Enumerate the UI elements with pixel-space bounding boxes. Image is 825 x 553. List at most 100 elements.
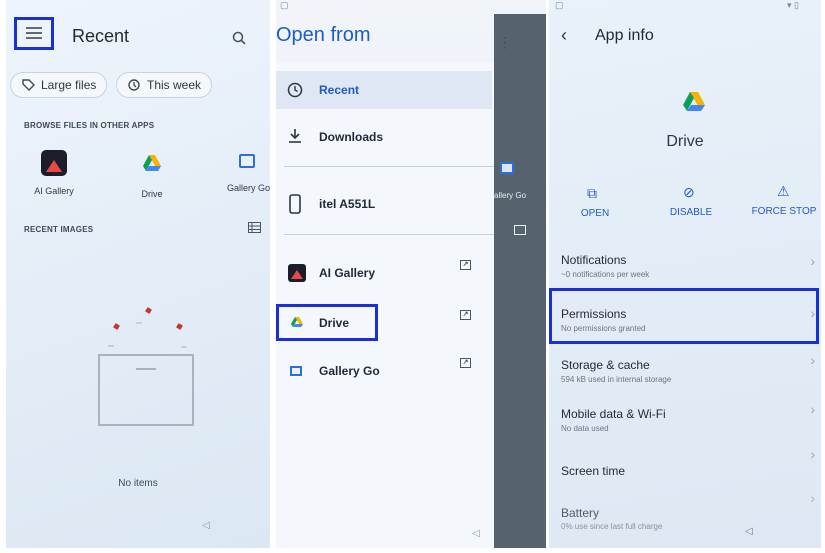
- row-title: Notifications: [561, 253, 627, 267]
- list-view-icon[interactable]: [248, 222, 261, 233]
- confetti-dot: [113, 323, 120, 330]
- empty-state-text: No items: [118, 478, 158, 489]
- chevron-right-icon: ›: [810, 253, 815, 269]
- warning-icon: ⚠: [777, 183, 790, 199]
- confetti-dash: [136, 322, 142, 324]
- action-label: OPEN: [580, 208, 610, 219]
- overflow-icon[interactable]: ⋮: [498, 34, 512, 51]
- drawer-item-label: Gallery Go: [319, 364, 380, 378]
- drive-icon: [143, 155, 161, 171]
- back-nav-icon[interactable]: ◁: [472, 528, 480, 539]
- page-title: Open from: [276, 24, 371, 46]
- confetti-dash: [108, 345, 114, 347]
- row-subtitle: 0% use since last full charge: [561, 522, 663, 531]
- chip-large-files[interactable]: Large files: [10, 72, 108, 98]
- permissions-highlight-box: [549, 288, 819, 344]
- status-bar-icon: ▢: [280, 0, 289, 10]
- chevron-right-icon: ›: [810, 401, 815, 417]
- app-info-screen: ▢ ▾ ▯ ‹ App info Drive ⧉ OPEN ⊘ DISABLE …: [549, 0, 821, 548]
- hamburger-line: [26, 37, 42, 39]
- drawer-item-ai-gallery[interactable]: AI Gallery ↗: [276, 254, 494, 292]
- action-label: DISABLE: [669, 207, 713, 218]
- empty-box-illustration: [98, 354, 194, 426]
- drawer-item-recent[interactable]: Recent: [276, 71, 492, 109]
- row-subtitle: No data used: [561, 424, 609, 433]
- drawer-item-device[interactable]: itel A551L: [276, 185, 494, 223]
- app-gallery-go[interactable]: Gallery Go: [211, 154, 270, 193]
- chevron-right-icon: ›: [810, 352, 815, 368]
- drawer-divider: [284, 166, 494, 167]
- download-icon: [289, 129, 301, 143]
- drawer-scrim[interactable]: allery Go: [494, 14, 546, 548]
- ai-gallery-icon: [288, 264, 306, 282]
- row-title: Battery: [561, 506, 600, 520]
- chip-this-week[interactable]: This week: [116, 72, 213, 98]
- hamburger-line: [26, 32, 42, 34]
- gallery-go-icon: [290, 366, 302, 376]
- open-external-icon: ⧉: [587, 185, 597, 201]
- app-name: Drive: [666, 133, 704, 150]
- hamburger-icon: [26, 27, 42, 29]
- list-view-icon: [514, 225, 526, 235]
- confetti-dot: [145, 307, 152, 314]
- drawer-item-gallery-go[interactable]: Gallery Go ↗: [276, 352, 494, 390]
- page-title: Recent: [72, 26, 130, 46]
- signal-icon: ▾ ▯: [787, 0, 799, 10]
- browse-apps-header: BROWSE FILES IN OTHER APPS: [24, 121, 155, 130]
- app-label: Drive: [141, 189, 163, 199]
- row-title: Storage & cache: [561, 358, 650, 372]
- row-title: Screen time: [561, 464, 626, 478]
- row-battery[interactable]: Battery 0% use since last full charge ›: [561, 490, 815, 536]
- menu-button-highlight[interactable]: [14, 17, 54, 50]
- open-external-icon: ↗: [460, 310, 471, 320]
- open-action[interactable]: ⧉ OPEN: [565, 185, 625, 219]
- recent-images-header: RECENT IMAGES: [24, 225, 94, 234]
- drawer-item-label: AI Gallery: [319, 266, 376, 280]
- search-icon[interactable]: [232, 31, 246, 45]
- phone-icon: [289, 194, 301, 214]
- disable-action[interactable]: ⊘ DISABLE: [661, 184, 721, 218]
- drive-icon: [683, 92, 705, 111]
- back-arrow-icon[interactable]: ‹: [561, 25, 567, 46]
- open-external-icon: ↗: [460, 358, 471, 368]
- app-label: Gallery Go: [227, 183, 270, 193]
- ai-gallery-icon: [41, 150, 67, 176]
- app-drive[interactable]: Drive: [117, 154, 187, 199]
- page-title: App info: [595, 27, 654, 44]
- chevron-right-icon: ›: [810, 490, 815, 506]
- chip-label: Large files: [41, 78, 97, 92]
- chip-label: This week: [147, 78, 202, 92]
- back-nav-icon[interactable]: ◁: [745, 526, 753, 537]
- chevron-right-icon: ›: [810, 446, 815, 462]
- row-title: Mobile data & Wi-Fi: [561, 407, 666, 421]
- drawer-item-label: Recent: [319, 83, 360, 97]
- gallery-go-icon: [500, 162, 514, 174]
- drive-highlight-box: [276, 304, 378, 341]
- row-mobile-data[interactable]: Mobile data & Wi-Fi No data used ›: [561, 401, 815, 441]
- drawer-divider: [284, 234, 494, 235]
- behind-label: allery Go: [494, 191, 527, 200]
- drawer-item-label: Downloads: [319, 130, 384, 144]
- open-from-drawer-screen: ▢ allery Go ⋮ Open from Recent Downloads…: [276, 0, 546, 548]
- row-storage[interactable]: Storage & cache 594 kB used in internal …: [561, 352, 815, 392]
- open-external-icon: ↗: [460, 260, 471, 270]
- row-notifications[interactable]: Notifications ~0 notifications per week …: [561, 253, 815, 287]
- drawer-item-label: itel A551L: [319, 197, 376, 211]
- block-icon: ⊘: [683, 184, 695, 200]
- drawer-item-downloads[interactable]: Downloads: [276, 118, 494, 156]
- force-stop-action[interactable]: ⚠ FORCE STOP: [747, 183, 821, 217]
- action-label: FORCE STOP: [751, 206, 817, 217]
- gallery-go-icon: [239, 154, 255, 168]
- clock-icon: [287, 82, 303, 98]
- status-bar-icon: ▢: [555, 0, 564, 10]
- back-nav-icon[interactable]: ◁: [202, 520, 210, 531]
- confetti-dot: [176, 323, 183, 330]
- row-subtitle: ~0 notifications per week: [561, 270, 650, 279]
- confetti-dash: [181, 346, 187, 348]
- row-subtitle: 594 kB used in internal storage: [561, 375, 672, 384]
- history-icon: [128, 79, 140, 91]
- app-label: AI Gallery: [34, 186, 74, 196]
- row-screen-time[interactable]: Screen time ›: [561, 446, 815, 488]
- files-recent-screen: Recent Large files This week BROWSE FILE…: [6, 0, 270, 548]
- app-ai-gallery[interactable]: AI Gallery: [19, 150, 89, 196]
